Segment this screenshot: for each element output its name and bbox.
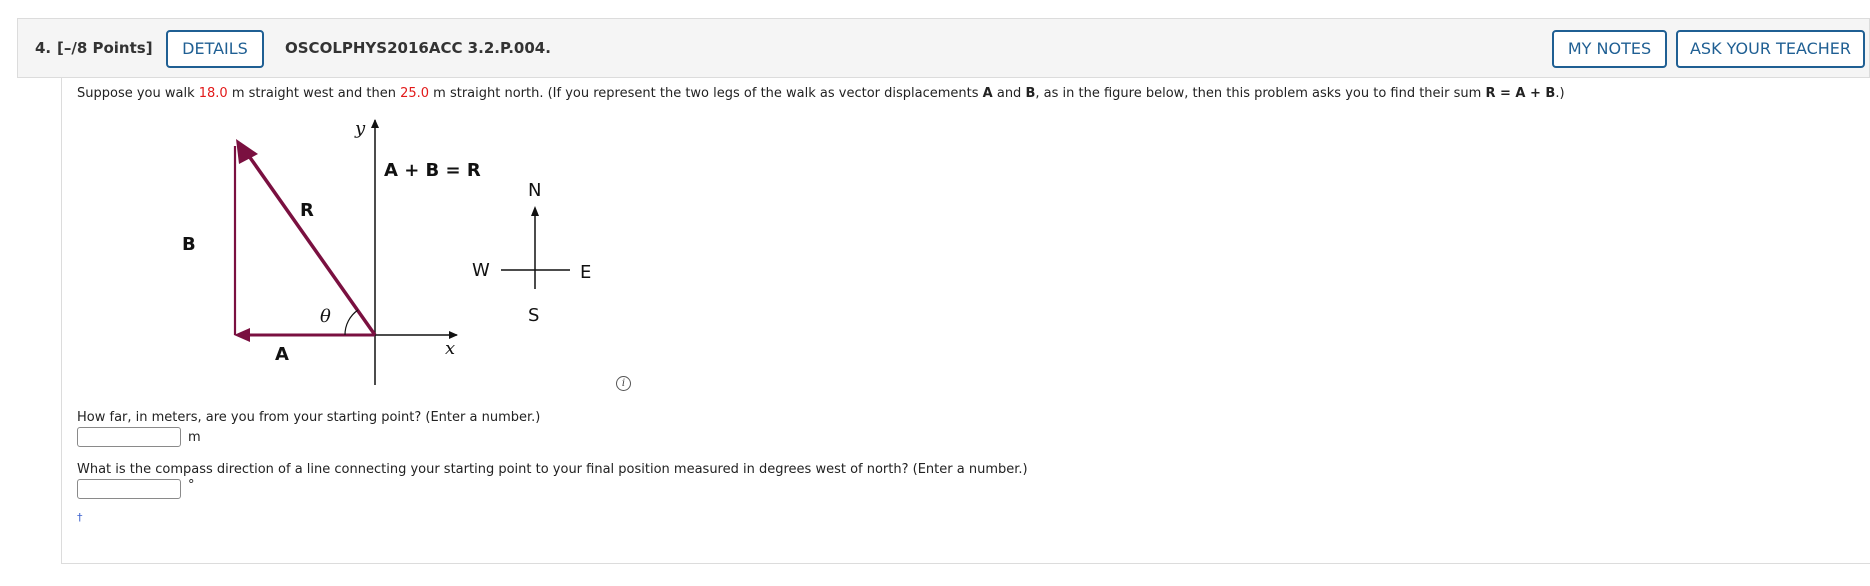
details-button[interactable]: DETAILS (166, 30, 264, 68)
a-label: A (275, 344, 289, 365)
my-notes-button[interactable]: MY NOTES (1552, 30, 1667, 68)
r-label: R (300, 200, 314, 221)
vector-a-arrowhead (234, 328, 250, 342)
north-distance: 25.0 (400, 86, 430, 101)
compass-north: N (528, 180, 541, 201)
prompt-text: m straight west and then (227, 86, 401, 101)
west-distance: 18.0 (198, 86, 228, 101)
x-axis-label: x (445, 338, 455, 359)
prompt-text: Suppose you walk (77, 86, 199, 101)
b-label: B (182, 234, 196, 255)
compass-north-arrow (531, 206, 539, 216)
compass-west: W (472, 260, 490, 281)
theta-arc (344, 309, 359, 336)
info-icon[interactable]: i (616, 376, 631, 391)
question-header: 4. [–/8 Points] DETAILS OSCOLPHYS2016ACC… (17, 18, 1870, 78)
vector-b-label: B (1025, 86, 1036, 101)
prompt-text: and (992, 86, 1026, 101)
distance-unit: m (188, 430, 201, 445)
prompt-text: m straight north. (If you represent the … (429, 86, 983, 101)
vector-a-label: A (982, 86, 993, 101)
vector-sum-expression: R = A + B (1485, 86, 1556, 101)
problem-id: OSCOLPHYS2016ACC 3.2.P.004. (285, 39, 551, 57)
question-distance: How far, in meters, are you from your st… (77, 410, 541, 425)
prompt-text: , as in the figure below, then this prob… (1035, 86, 1486, 101)
degree-unit: ° (188, 478, 195, 493)
prompt-text: .) (1555, 86, 1565, 101)
equation-label: A + B = R (384, 160, 481, 181)
distance-answer-input[interactable] (77, 427, 181, 447)
problem-statement: Suppose you walk 18.0 m straight west an… (77, 86, 1565, 101)
y-axis-label: y (354, 118, 366, 139)
question-direction: What is the compass direction of a line … (77, 462, 1028, 477)
theta-label: θ (320, 306, 331, 327)
ask-teacher-button[interactable]: ASK YOUR TEACHER (1676, 30, 1865, 68)
compass-east: E (580, 262, 591, 283)
vector-r (242, 147, 377, 337)
vector-diagram: y x A + B = R R B A θ N S W E (182, 118, 591, 385)
question-points: [–/8 Points] (57, 39, 153, 57)
direction-answer-input[interactable] (77, 479, 181, 499)
compass-rose: N S W E (472, 180, 591, 326)
vector-r-arrowhead (236, 139, 258, 164)
question-number: 4. (35, 39, 52, 57)
compass-south: S (528, 305, 539, 326)
resource-link[interactable]: † (77, 511, 83, 524)
